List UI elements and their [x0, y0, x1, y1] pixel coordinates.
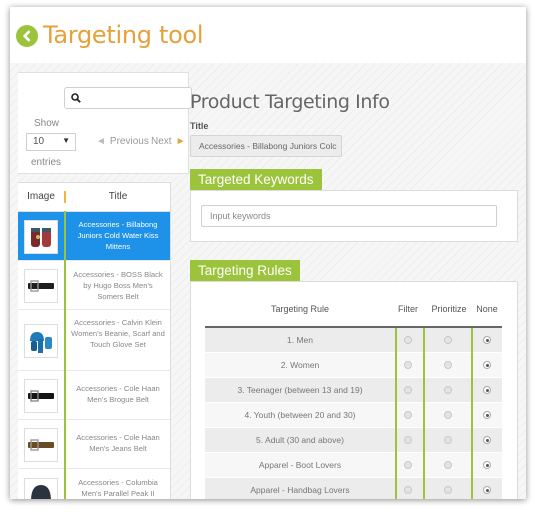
table-row[interactable]: Accessories - Billabong Juniors Cold Wat… — [18, 212, 170, 261]
arrow-left-icon: ◄ — [96, 136, 106, 147]
title-label: Title — [190, 121, 209, 131]
next-label: Next — [151, 136, 172, 147]
rule-label: 3. Teenager (between 13 and 19) — [237, 385, 363, 395]
column-divider — [423, 328, 425, 499]
column-header-title[interactable]: Title — [66, 183, 170, 211]
show-label: Show — [34, 118, 60, 129]
rules-table: Targeting Rule Filter Prioritize None 1.… — [205, 294, 502, 499]
none-radio[interactable] — [483, 486, 491, 494]
belt-icon — [24, 379, 58, 413]
product-table: Image Title Accessories - Billabong Juni… — [18, 182, 171, 499]
rule-label: 1. Men — [287, 335, 313, 345]
chevron-left-icon — [23, 30, 31, 42]
table-row[interactable]: Accessories - Calvin Klein Women's Beani… — [18, 310, 170, 371]
app-window: Targeting tool Show 10 ▼ entries ◄ Previo… — [10, 7, 526, 499]
none-radio[interactable] — [483, 386, 491, 394]
rule-label: 4. Youth (between 20 and 30) — [244, 410, 356, 420]
rule-label: Apparel - Handbag Lovers — [250, 485, 350, 495]
belt-icon — [24, 269, 58, 303]
table-row[interactable]: Accessories - Cole Haan Men's Brogue Bel… — [18, 371, 170, 420]
prioritize-radio[interactable] — [444, 361, 452, 369]
belt-icon — [24, 428, 58, 462]
table-row[interactable]: Accessories - Columbia Men's Parallel Pe… — [18, 469, 170, 499]
main-content: Show 10 ▼ entries ◄ Previous Next ► Image … — [10, 63, 526, 499]
prioritize-radio[interactable] — [444, 486, 452, 494]
prioritize-radio[interactable] — [444, 461, 452, 469]
search-box[interactable] — [64, 87, 192, 109]
back-button[interactable] — [16, 25, 38, 47]
rule-label: Apparel - Boot Lovers — [258, 460, 342, 470]
rule-row: 1. Men — [205, 328, 502, 353]
rules-header: Targeting Rule Filter Prioritize None — [205, 294, 502, 328]
prioritize-radio[interactable] — [444, 411, 452, 419]
column-header-image[interactable]: Image — [18, 183, 64, 211]
none-radio[interactable] — [483, 361, 491, 369]
rules-panel: Targeting Rule Filter Prioritize None 1.… — [190, 281, 518, 499]
prioritize-radio[interactable] — [444, 336, 452, 344]
search-icon — [71, 93, 81, 103]
row-title: Accessories - Cole Haan Men's Brogue Bel… — [76, 384, 160, 404]
keywords-input[interactable] — [201, 205, 497, 227]
arrow-right-icon: ► — [175, 136, 186, 147]
filter-radio[interactable] — [404, 486, 412, 494]
column-header-none: None — [476, 304, 498, 314]
caret-down-icon: ▼ — [62, 136, 70, 145]
filter-radio[interactable] — [404, 336, 412, 344]
rule-row: Apparel - Boot Lovers — [205, 453, 502, 478]
keywords-panel — [190, 190, 518, 242]
table-controls: Show 10 ▼ entries ◄ Previous Next ► — [18, 72, 192, 174]
rule-label: 5. Adult (30 and above) — [256, 435, 344, 445]
targeting-rules-tab: Targeting Rules — [190, 260, 300, 282]
none-radio[interactable] — [483, 436, 491, 444]
rule-row: 4. Youth (between 20 and 30) — [205, 403, 502, 428]
none-radio[interactable] — [483, 411, 491, 419]
filter-radio[interactable] — [404, 411, 412, 419]
entries-label: entries — [31, 157, 62, 168]
targeted-keywords-tab: Targeted Keywords — [190, 169, 322, 191]
column-header-prioritize: Prioritize — [431, 304, 467, 314]
beanie-set-icon — [24, 324, 58, 358]
rule-row: 2. Women — [205, 353, 502, 378]
row-title: Accessories - Cole Haan Men's Jeans Belt — [76, 433, 160, 453]
filter-radio[interactable] — [404, 361, 412, 369]
filter-radio[interactable] — [404, 386, 412, 394]
prioritize-radio[interactable] — [444, 436, 452, 444]
title-field: Accessories - Billabong Juniors Colc — [190, 135, 342, 157]
previous-link[interactable]: ◄ Previous — [96, 136, 149, 147]
column-divider — [471, 328, 473, 499]
filter-radio[interactable] — [404, 436, 412, 444]
row-title: Accessories - Calvin Klein Women's Beani… — [71, 318, 165, 349]
next-link[interactable]: Next ► — [151, 136, 185, 147]
column-divider — [64, 211, 66, 499]
rule-row: Apparel - Handbag Lovers — [205, 478, 502, 499]
table-header: Image Title — [18, 183, 170, 212]
page-title: Targeting tool — [43, 21, 204, 49]
entries-select[interactable]: 10 ▼ — [26, 133, 76, 151]
beanie-icon — [24, 478, 58, 499]
column-header-filter: Filter — [398, 304, 418, 314]
rule-row: 3. Teenager (between 13 and 19) — [205, 378, 502, 403]
column-header-rule: Targeting Rule — [270, 304, 330, 314]
row-title: Accessories - Columbia Men's Parallel Pe… — [78, 478, 158, 498]
section-heading: Product Targeting Info — [190, 91, 390, 113]
column-divider — [395, 328, 397, 499]
filter-radio[interactable] — [404, 461, 412, 469]
prioritize-radio[interactable] — [444, 386, 452, 394]
previous-label: Previous — [109, 136, 149, 147]
entries-value: 10 — [33, 136, 45, 147]
mittens-icon — [24, 220, 58, 254]
row-title: Accessories - Billabong Juniors Cold Wat… — [77, 220, 159, 251]
header: Targeting tool — [10, 7, 526, 63]
rule-label: 2. Women — [280, 360, 320, 370]
none-radio[interactable] — [483, 336, 491, 344]
none-radio[interactable] — [483, 461, 491, 469]
table-row[interactable]: Accessories - Cole Haan Men's Jeans Belt — [18, 420, 170, 469]
table-row[interactable]: Accessories - BOSS Black by Hugo Boss Me… — [18, 261, 170, 310]
rule-row: 5. Adult (30 and above) — [205, 428, 502, 453]
row-title: Accessories - BOSS Black by Hugo Boss Me… — [73, 270, 163, 301]
search-input[interactable] — [85, 88, 185, 106]
